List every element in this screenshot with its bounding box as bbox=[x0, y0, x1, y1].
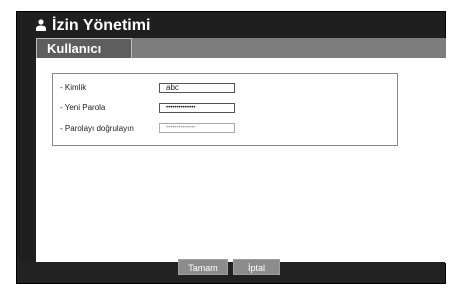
new-password-label: - Yeni Parola bbox=[60, 103, 106, 112]
id-field[interactable]: abc bbox=[159, 83, 235, 93]
settings-panel: - Kimlik abc - Yeni Parola •••••••••••••… bbox=[36, 58, 446, 263]
dialog-title-bar: İzin Yönetimi bbox=[17, 12, 445, 40]
dialog-footer bbox=[17, 262, 445, 283]
user-form: - Kimlik abc - Yeni Parola •••••••••••••… bbox=[52, 73, 398, 146]
ok-button[interactable]: Tamam bbox=[178, 259, 228, 275]
user-icon bbox=[36, 19, 46, 31]
id-label: - Kimlik bbox=[60, 83, 87, 92]
confirm-password-field[interactable]: •••••••••••••• bbox=[159, 123, 235, 133]
cancel-button[interactable]: İptal bbox=[233, 259, 280, 275]
user-permission-dialog: İzin Yönetimi Kullanıcı - Kimlik abc - Y… bbox=[16, 11, 446, 284]
dialog-title: İzin Yönetimi bbox=[52, 17, 151, 34]
confirm-password-label: - Parolayı doğrulayın bbox=[60, 124, 134, 133]
new-password-field[interactable]: •••••••••••••• bbox=[159, 103, 235, 113]
tab-user[interactable]: Kullanıcı bbox=[36, 38, 132, 59]
